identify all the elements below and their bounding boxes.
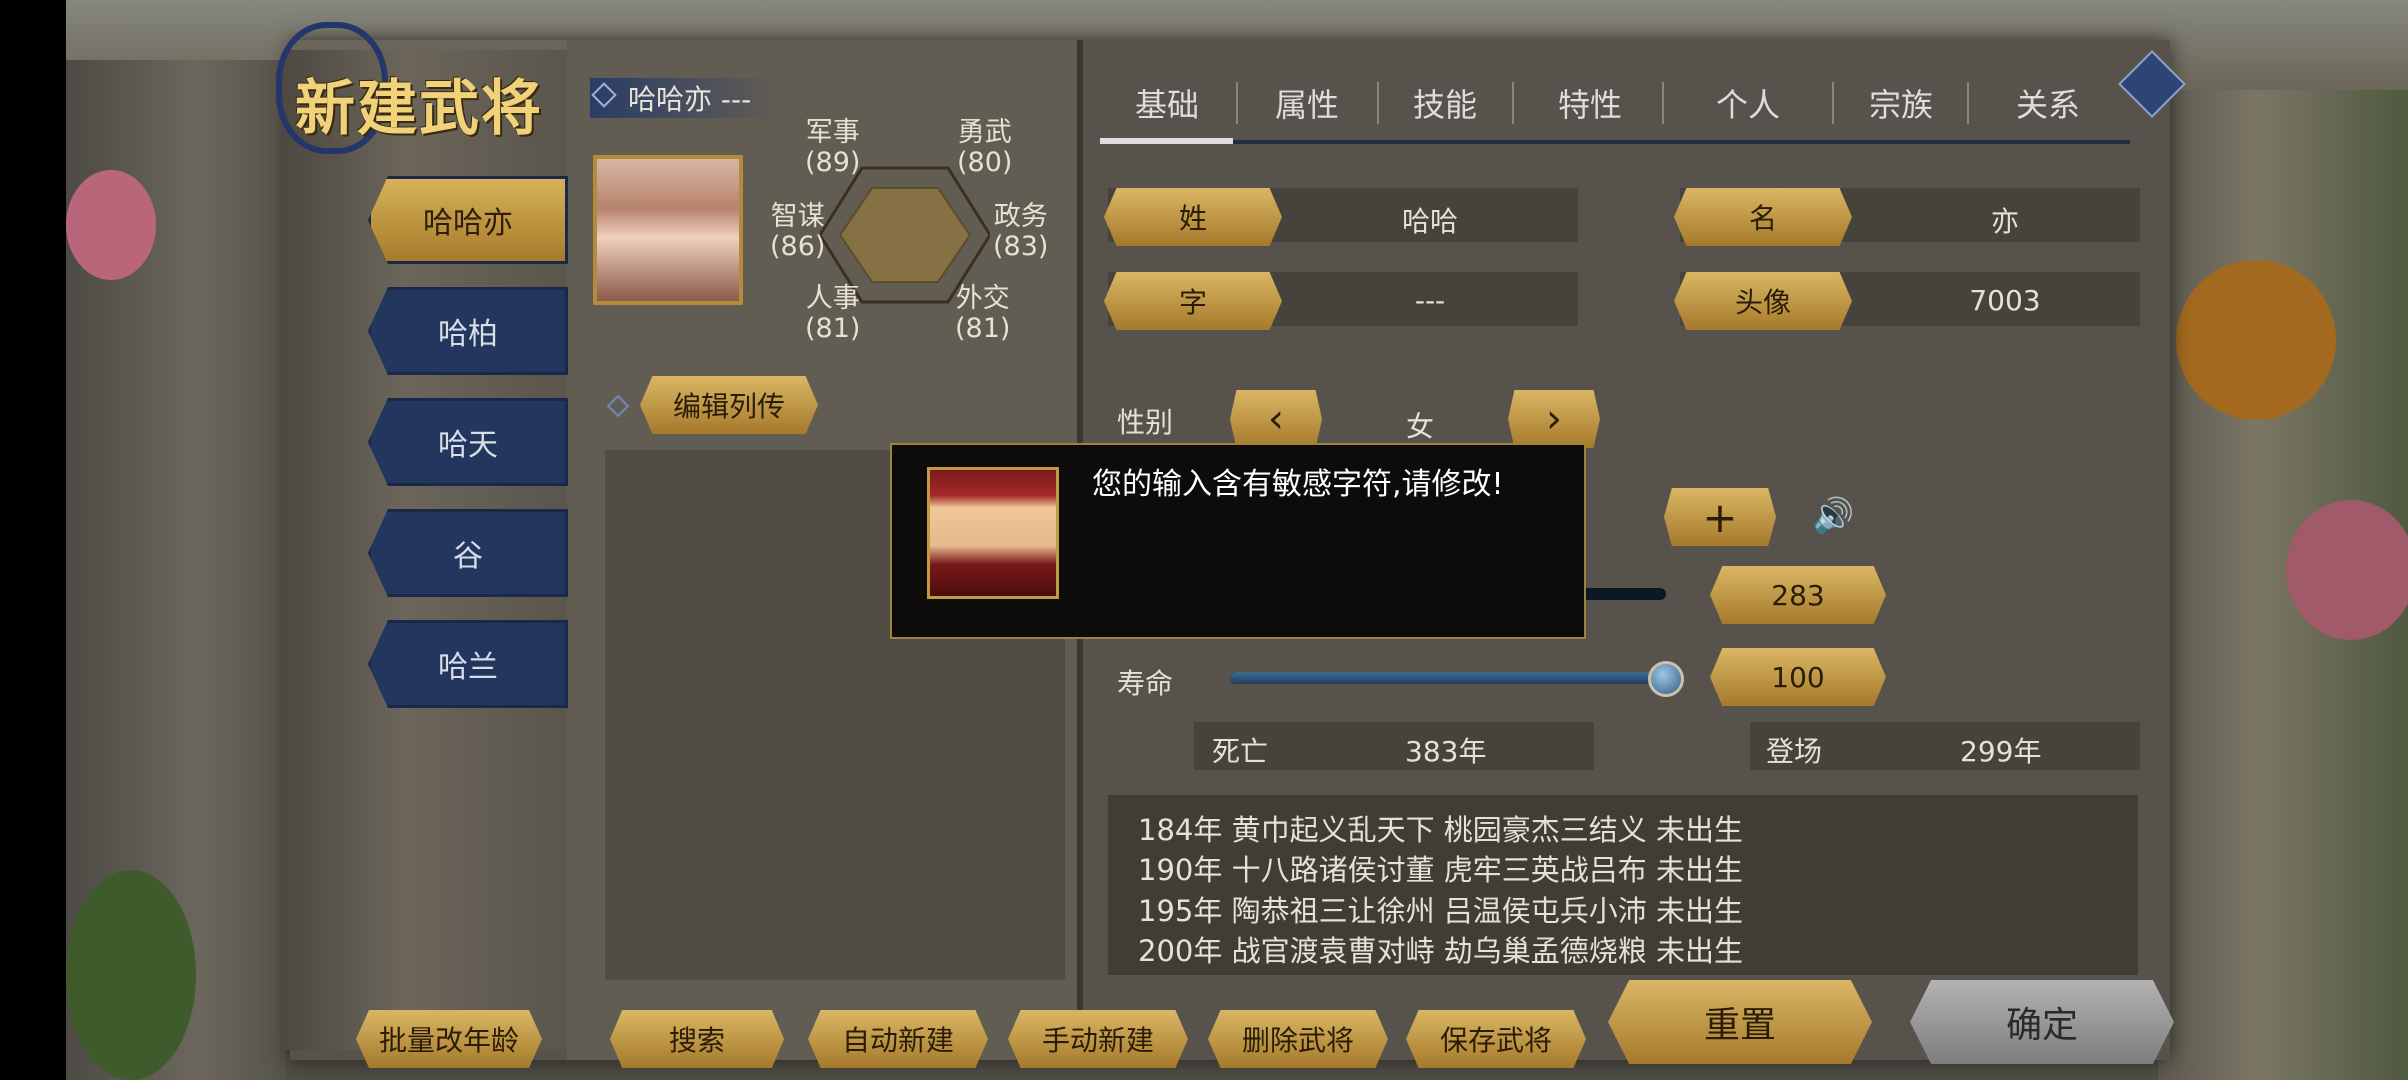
- plus-icon: +: [1702, 492, 1738, 542]
- stat-military: 军事 (89): [805, 117, 861, 178]
- gender-label: 性别: [1117, 406, 1174, 439]
- general-item-0[interactable]: 哈哈亦: [368, 176, 568, 264]
- portrait-field[interactable]: 7003: [1870, 284, 2140, 317]
- stat-diplomacy: 外交 (81): [955, 283, 1011, 344]
- auto-create-button[interactable]: 自动新建: [808, 1010, 988, 1068]
- lifespan-value[interactable]: 100: [1710, 648, 1886, 706]
- confirm-button[interactable]: 确定: [1910, 980, 2174, 1064]
- events-list: 184年 黄巾起义乱天下 桃园豪杰三结义 未出生 190年 十八路诸侯讨董 虎牢…: [1108, 795, 2138, 975]
- gender-next-button[interactable]: ›: [1508, 390, 1600, 448]
- stat-personnel: 人事 (81): [805, 283, 861, 344]
- tab-separator: [1832, 82, 1834, 124]
- surname-label: 姓: [1104, 188, 1282, 246]
- general-item-3[interactable]: 谷: [368, 509, 568, 597]
- background-tree-orange: [2176, 260, 2336, 420]
- dialog-message: 您的输入含有敏感字符,请修改!: [1092, 467, 1504, 502]
- debut-label: 登场: [1766, 735, 1823, 768]
- debut-value: 299年: [1960, 735, 2042, 768]
- given-field[interactable]: 亦: [1870, 200, 2140, 240]
- death-label: 死亡: [1212, 735, 1269, 768]
- chevron-right-icon: ›: [1546, 396, 1562, 442]
- tab-traits[interactable]: 特性: [1558, 80, 1622, 126]
- advisor-portrait: [927, 467, 1059, 599]
- stat-valor: 勇武 (80): [957, 117, 1013, 178]
- surname-field[interactable]: 哈哈: [1300, 200, 1560, 240]
- tab-clan[interactable]: 宗族: [1869, 80, 1933, 126]
- tab-separator: [1512, 82, 1514, 124]
- manual-create-button[interactable]: 手动新建: [1008, 1010, 1188, 1068]
- sensitive-word-dialog: 您的输入含有敏感字符,请修改!: [890, 443, 1586, 639]
- save-general-button[interactable]: 保存武将: [1406, 1010, 1586, 1068]
- tab-relations[interactable]: 关系: [2016, 80, 2080, 126]
- search-button[interactable]: 搜索: [610, 1010, 784, 1068]
- event-item: 190年 十八路诸侯讨董 虎牢三英战吕布 未出生: [1138, 853, 1744, 887]
- tab-basic[interactable]: 基础: [1135, 80, 1199, 126]
- tab-separator: [1236, 82, 1238, 124]
- portrait-label: 头像: [1674, 272, 1852, 330]
- event-item: 200年 战官渡袁曹对峙 劫乌巢孟德烧粮 未出生: [1138, 934, 1744, 968]
- tab-separator: [1377, 82, 1379, 124]
- tab-active-indicator: [1100, 138, 1233, 144]
- event-item: 195年 陶恭祖三让徐州 吕温侯屯兵小沛 未出生: [1138, 894, 1744, 928]
- style-label: 字: [1104, 272, 1282, 330]
- given-label: 名: [1674, 188, 1852, 246]
- death-value: 383年: [1405, 735, 1487, 768]
- speaker-icon[interactable]: 🔊: [1812, 496, 1854, 536]
- general-portrait[interactable]: [593, 155, 743, 305]
- delete-general-button[interactable]: 删除武将: [1208, 1010, 1388, 1068]
- tab-separator: [1967, 82, 1969, 124]
- lifespan-slider-fill: [1230, 672, 1666, 684]
- lifespan-label: 寿命: [1117, 667, 1174, 700]
- event-item: 184年 黄巾起义乱天下 桃园豪杰三结义 未出生: [1138, 813, 1744, 847]
- tab-underline: [1100, 140, 2130, 144]
- gender-prev-button[interactable]: ‹: [1230, 390, 1322, 448]
- style-field[interactable]: ---: [1300, 284, 1560, 317]
- background-tree-green: [66, 870, 196, 1080]
- tab-personal[interactable]: 个人: [1716, 80, 1780, 126]
- edit-bio-button[interactable]: 编辑列传: [640, 376, 818, 434]
- tab-separator: [1662, 82, 1664, 124]
- chevron-left-icon: ‹: [1268, 396, 1284, 442]
- tab-skills[interactable]: 技能: [1413, 80, 1477, 126]
- lifespan-slider-knob[interactable]: [1648, 661, 1684, 697]
- birth-value[interactable]: 283: [1710, 566, 1886, 624]
- tab-attributes[interactable]: 属性: [1275, 80, 1339, 126]
- general-item-4[interactable]: 哈兰: [368, 620, 568, 708]
- general-header: 哈哈亦 ---: [628, 83, 752, 116]
- batch-age-button[interactable]: 批量改年龄: [356, 1010, 542, 1068]
- general-item-1[interactable]: 哈柏: [368, 287, 568, 375]
- background-tree-red: [2286, 500, 2408, 640]
- voice-plus-button[interactable]: +: [1664, 488, 1776, 546]
- general-item-2[interactable]: 哈天: [368, 398, 568, 486]
- background-tree-pink: [66, 170, 156, 280]
- stat-governance: 政务 (83): [993, 201, 1049, 262]
- reset-button[interactable]: 重置: [1608, 980, 1872, 1064]
- gender-value: 女: [1405, 410, 1434, 443]
- stat-strategy: 智谋 (86): [770, 201, 826, 262]
- page-title: 新建武将: [295, 74, 543, 144]
